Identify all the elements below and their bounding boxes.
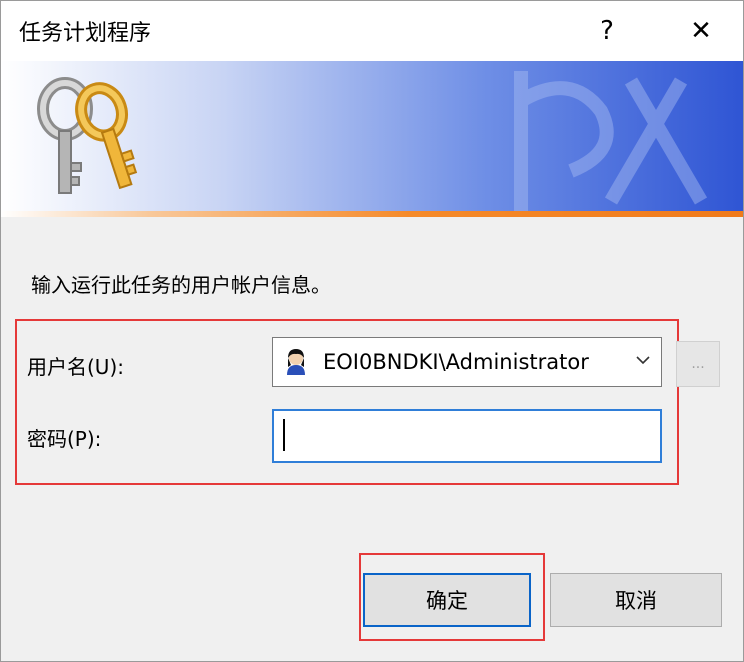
username-combobox[interactable]: EOI0BNDKI\Administrator <box>272 337 662 387</box>
window-title: 任务计划程序 <box>19 21 152 46</box>
browse-user-button[interactable]: ... <box>676 341 720 387</box>
header-banner <box>1 61 743 217</box>
banner-accent-strip <box>1 211 743 217</box>
ok-button[interactable]: 确定 <box>363 573 531 627</box>
keys-icon <box>37 77 138 194</box>
text-caret <box>283 419 285 451</box>
help-icon: ? <box>600 16 614 46</box>
password-field[interactable] <box>272 409 662 463</box>
title-bar: 任务计划程序 ? ✕ <box>1 1 743 61</box>
key-watermark <box>514 71 708 211</box>
chevron-down-icon[interactable] <box>633 350 653 370</box>
help-button[interactable]: ? <box>587 11 627 51</box>
cancel-button[interactable]: 取消 <box>550 573 722 627</box>
task-scheduler-dialog: 任务计划程序 ? ✕ 输入运行此任务的用户帐户信息。 用户名(U): EOI0B… <box>0 0 744 662</box>
username-value: EOI0BNDKI\Administrator <box>323 350 589 374</box>
user-avatar-icon <box>284 348 308 376</box>
password-label: 密码(P): <box>27 427 102 451</box>
close-button[interactable]: ✕ <box>681 11 721 51</box>
username-label: 用户名(U): <box>27 355 124 379</box>
close-icon: ✕ <box>690 16 712 46</box>
instruction-text: 输入运行此任务的用户帐户信息。 <box>31 273 331 297</box>
